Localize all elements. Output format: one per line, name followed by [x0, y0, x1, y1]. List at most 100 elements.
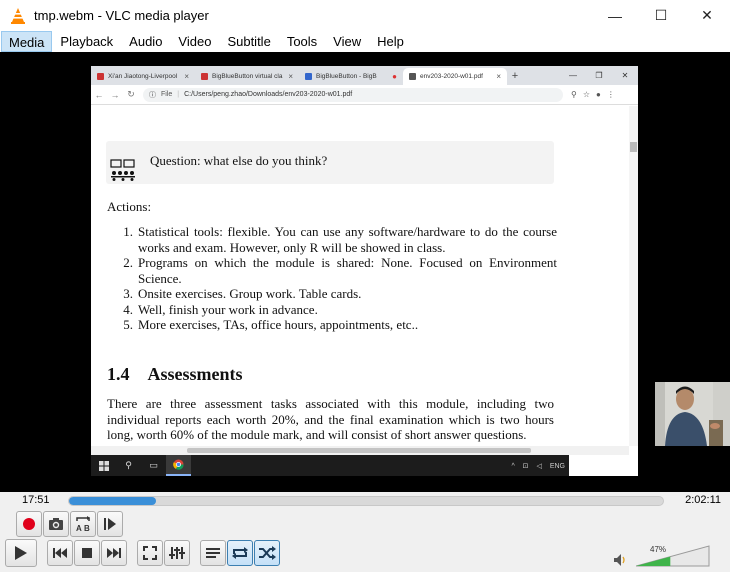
- list-number: 5.: [123, 317, 133, 332]
- back-arrow-icon: ←: [94, 89, 104, 100]
- menu-media[interactable]: Media: [1, 31, 53, 52]
- pdf-page: Question: what else do you think? Action…: [91, 106, 629, 446]
- menu-view[interactable]: View: [325, 31, 369, 52]
- browser-tab: BigBlueButton virtual cla ×: [195, 68, 299, 85]
- play-button[interactable]: [5, 539, 37, 567]
- shuffle-icon: [259, 546, 276, 560]
- list-number: 3.: [123, 286, 133, 301]
- menu-playback[interactable]: Playback: [52, 31, 121, 52]
- section-heading: 1.4 Assessments: [107, 364, 243, 385]
- stop-button[interactable]: [74, 540, 100, 566]
- tab-favicon-icon: [97, 73, 104, 80]
- pdf-horizontal-scrollbar: [91, 446, 629, 455]
- browser-window-controls: — ❐ ✕: [560, 66, 638, 85]
- play-icon: [15, 546, 27, 560]
- tab-close-icon: ×: [184, 72, 189, 81]
- menu-subtitle[interactable]: Subtitle: [219, 31, 278, 52]
- loop-button[interactable]: [227, 540, 253, 566]
- list-item: 5. More exercises, TAs, office hours, app…: [107, 317, 557, 333]
- task-view-icon: ▭: [149, 460, 158, 470]
- frame-by-frame-button[interactable]: [97, 511, 123, 537]
- minimize-icon: —: [608, 7, 622, 24]
- address-url: C:/Users/peng.zhao/Downloads/env203-2020…: [184, 91, 353, 98]
- loop-ab-icon: AB: [76, 516, 90, 533]
- list-text: Programs on which the module is shared: …: [138, 255, 557, 286]
- system-tray: ^ ⊡ ◁ ENG: [511, 462, 565, 470]
- seek-slider[interactable]: [68, 496, 664, 506]
- windows-start-icon: [91, 455, 116, 476]
- omnibox: ⓘ File | C:/Users/peng.zhao/Downloads/en…: [143, 87, 563, 102]
- menu-tools[interactable]: Tools: [279, 31, 325, 52]
- actions-list: 1. Statistical tools: flexible. You can u…: [107, 224, 557, 333]
- loop-ab-button[interactable]: AB: [70, 511, 96, 537]
- playlist-button[interactable]: [200, 540, 226, 566]
- title-bar: tmp.webm - VLC media player — ☐ ✕: [0, 0, 730, 31]
- frame-step-icon: [104, 518, 116, 530]
- windows-taskbar: ⚲ ▭ ^ ⊡ ◁ ENG: [91, 455, 569, 476]
- chrome-icon: [166, 455, 191, 476]
- close-button[interactable]: ✕: [684, 0, 730, 31]
- shuffle-button[interactable]: [254, 540, 280, 566]
- maximize-button[interactable]: ☐: [638, 0, 684, 31]
- section-number: 1.4: [107, 364, 130, 384]
- browser-tab-strip: Xi'an Jiaotong-Liverpool × BigBlueButton…: [91, 66, 638, 85]
- list-text: Statistical tools: flexible. You can use…: [138, 224, 557, 255]
- question-box: Question: what else do you think?: [106, 141, 554, 184]
- previous-button[interactable]: [47, 540, 73, 566]
- tab-close-icon: ×: [288, 72, 293, 81]
- fullscreen-button[interactable]: [137, 540, 163, 566]
- list-number: 1.: [123, 224, 133, 239]
- minimize-button[interactable]: —: [592, 0, 638, 31]
- list-item: 4. Well, finish your work in advance.: [107, 302, 557, 318]
- menu-video[interactable]: Video: [170, 31, 219, 52]
- list-text: More exercises, TAs, office hours, appoi…: [138, 317, 419, 332]
- forward-arrow-icon: →: [110, 89, 120, 100]
- browser-tab: Xi'an Jiaotong-Liverpool ×: [91, 68, 195, 85]
- assessment-paragraph: There are three assessment tasks associa…: [107, 396, 554, 442]
- fullscreen-icon: [143, 546, 157, 560]
- browser-minimize-icon: —: [569, 71, 577, 80]
- next-button[interactable]: [101, 540, 127, 566]
- video-frame-browser: Xi'an Jiaotong-Liverpool × BigBlueButton…: [91, 66, 638, 476]
- camera-icon: [49, 518, 63, 530]
- advanced-controls: AB: [16, 511, 730, 537]
- menu-audio[interactable]: Audio: [121, 31, 170, 52]
- seek-progress-fill: [69, 497, 157, 505]
- menu-help[interactable]: Help: [369, 31, 412, 52]
- snapshot-button[interactable]: [43, 511, 69, 537]
- equalizer-icon: [169, 547, 185, 559]
- window-title: tmp.webm - VLC media player: [34, 8, 209, 23]
- browser-toolbar-icons: ⚲☆●⋮: [571, 90, 621, 99]
- list-number: 2.: [123, 255, 133, 270]
- tab-favicon-icon: [305, 73, 312, 80]
- record-icon: [23, 518, 35, 530]
- browser-address-bar: ← → ↻ ⓘ File | C:/Users/peng.zhao/Downlo…: [91, 85, 638, 105]
- tab-close-icon: ●: [392, 72, 397, 81]
- extended-settings-button[interactable]: [164, 540, 190, 566]
- list-item: 3. Onsite exercises. Group work. Table ca…: [107, 286, 557, 302]
- tab-label: env203-2020-w01.pdf: [420, 73, 483, 80]
- browser-tab: BigBlueButton - BigB ●: [299, 68, 403, 85]
- list-text: Onsite exercises. Group work. Table card…: [138, 286, 362, 301]
- volume-slider[interactable]: 47%: [635, 545, 710, 567]
- tab-label: BigBlueButton virtual cla: [212, 73, 283, 80]
- elapsed-time: 17:51: [22, 494, 50, 506]
- video-area[interactable]: Xi'an Jiaotong-Liverpool × BigBlueButton…: [0, 52, 730, 492]
- reload-icon: ↻: [127, 89, 135, 99]
- next-icon: [107, 548, 121, 558]
- group-discussion-icon: [110, 159, 135, 181]
- maximize-icon: ☐: [654, 7, 668, 23]
- record-button[interactable]: [16, 511, 42, 537]
- svg-text:A: A: [76, 524, 82, 533]
- language-indicator: ENG: [549, 462, 565, 470]
- address-scheme-label: File: [161, 91, 173, 98]
- browser-close-icon: ✕: [621, 71, 629, 80]
- loop-icon: [232, 547, 248, 559]
- info-icon: ⓘ: [149, 91, 156, 99]
- browser-tab-active: env203-2020-w01.pdf ×: [403, 68, 507, 85]
- list-text: Well, finish your work in advance.: [138, 301, 318, 317]
- list-item: 2. Programs on which the module is shared…: [107, 255, 557, 286]
- list-item: 1. Statistical tools: flexible. You can u…: [107, 224, 557, 255]
- vlc-cone-icon: [11, 7, 25, 24]
- speaker-icon[interactable]: [613, 553, 627, 567]
